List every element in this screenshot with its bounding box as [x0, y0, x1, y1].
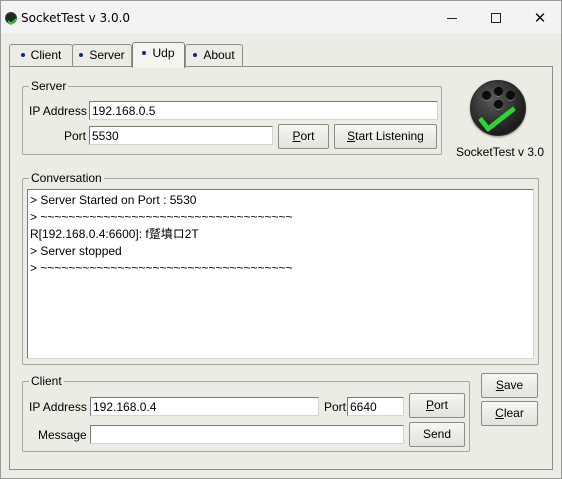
client-ip-label: IP Address [29, 400, 87, 414]
sockettest-window: SocketTest v 3.0.0 ✕ Client Server Udp A… [0, 0, 562, 479]
tab-udp[interactable]: Udp [132, 42, 185, 68]
conversation-line: > ~~~~~~~~~~~~~~~~~~~~~~~~~~~~~~~~~~~~ [30, 261, 293, 275]
button-label-rest: ave [503, 378, 524, 392]
conversation-line: R[192.168.0.4:6600]: f蹵墳ロ2T [30, 227, 199, 241]
mnemonic-char: S [495, 378, 504, 392]
clear-button[interactable]: Clear [481, 401, 538, 426]
mnemonic-char: P [292, 129, 301, 143]
logo-hole [494, 87, 503, 96]
tab-label: Server [89, 48, 125, 62]
server-group-title: Server [29, 79, 69, 93]
send-button[interactable]: Send [409, 422, 465, 447]
window-title: SocketTest v 3.0.0 [21, 11, 131, 25]
client-port-label: Port [324, 400, 347, 414]
tab-dot-icon [142, 50, 147, 55]
conversation-line: > Server stopped [30, 244, 122, 258]
message-label: Message [38, 428, 87, 442]
server-ip-input[interactable] [89, 101, 438, 120]
tab-server[interactable]: Server [72, 44, 132, 66]
server-ip-label: IP Address [29, 104, 87, 118]
client-group-title: Client [29, 374, 64, 388]
title-bar[interactable]: SocketTest v 3.0.0 ✕ [1, 1, 561, 35]
logo-caption: SocketTest v 3.0 [456, 145, 545, 159]
close-icon: ✕ [533, 8, 547, 27]
client-ip-input[interactable] [90, 397, 319, 416]
close-button[interactable]: ✕ [517, 1, 562, 35]
tab-dot-icon [193, 52, 198, 57]
start-listening-button[interactable]: Start Listening [334, 124, 437, 149]
mnemonic-char: S [347, 129, 356, 143]
tab-label: About [203, 48, 235, 62]
sockettest-app-icon [5, 12, 17, 24]
conversation-log[interactable]: > Server Started on Port : 5530 > ~~~~~~… [27, 189, 534, 359]
message-input[interactable] [90, 425, 404, 444]
tab-dot-icon [79, 52, 84, 57]
conversation-group-title: Conversation [29, 171, 104, 185]
tab-dot-icon [20, 52, 25, 57]
minimize-icon [447, 17, 457, 19]
tab-label: Udp [152, 46, 175, 60]
button-label-rest: ort [434, 398, 449, 412]
tab-client[interactable]: Client [9, 44, 73, 66]
conversation-line: > Server Started on Port : 5530 [30, 193, 197, 207]
minimize-button[interactable] [429, 1, 475, 35]
conversation-line: > ~~~~~~~~~~~~~~~~~~~~~~~~~~~~~~~~~~~~ [30, 210, 293, 224]
logo-hole [482, 91, 491, 100]
button-label-rest: ort [300, 129, 315, 143]
mnemonic-char: P [425, 398, 434, 412]
server-port-button[interactable]: Port [278, 124, 329, 149]
save-button[interactable]: Save [481, 373, 538, 398]
client-port-button[interactable]: Port [409, 393, 465, 418]
button-label-rest: lear [503, 406, 524, 420]
maximize-icon [491, 13, 501, 23]
button-label-rest: tart Listening [355, 129, 424, 143]
sockettest-logo-icon [470, 80, 526, 136]
maximize-button[interactable] [473, 1, 519, 35]
client-port-input[interactable] [347, 397, 404, 416]
tab-label: Client [30, 48, 62, 62]
tab-about[interactable]: About [185, 44, 243, 66]
mnemonic-char: C [495, 406, 504, 420]
server-port-label: Port [64, 129, 87, 143]
server-port-input[interactable] [89, 126, 273, 145]
